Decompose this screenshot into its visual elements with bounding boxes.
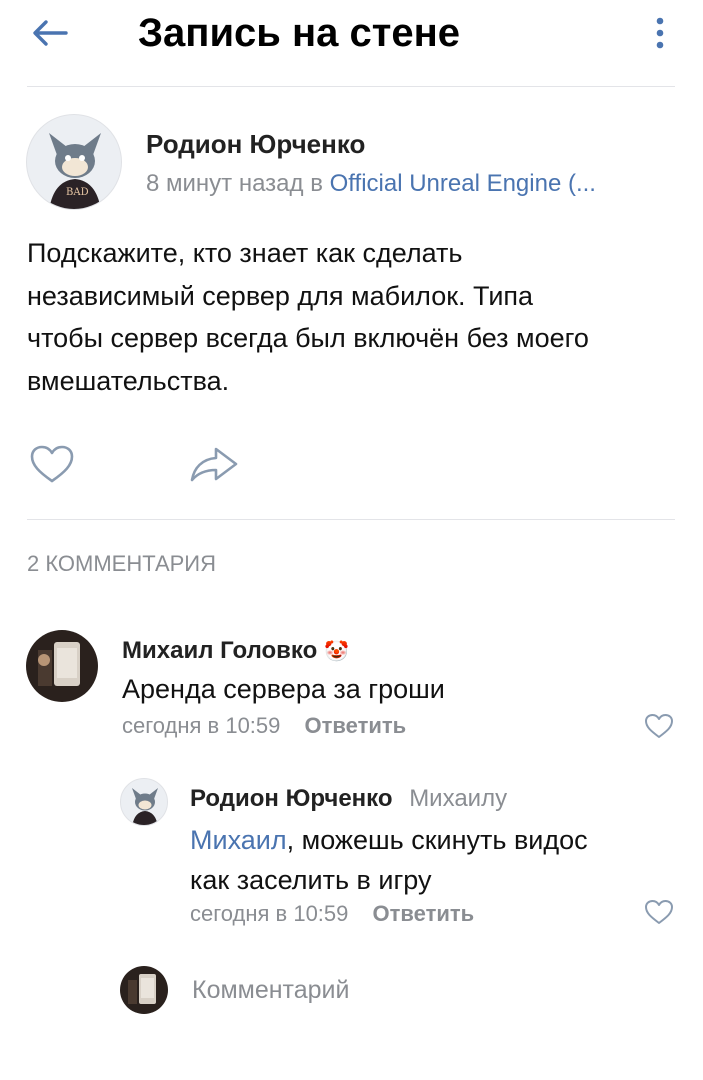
post-text: Подскажите, кто знает как сделать незави… — [27, 232, 589, 402]
post-community-link[interactable]: Official Unreal Engine (... — [330, 170, 596, 197]
comment-author-avatar[interactable] — [26, 630, 98, 702]
back-button[interactable] — [22, 8, 78, 58]
share-button[interactable] — [186, 442, 242, 486]
comment-input[interactable]: Комментарий — [192, 974, 652, 1006]
page-title: Запись на стене — [138, 11, 461, 55]
arrow-left-icon — [33, 20, 68, 46]
comment-author-name[interactable]: Родион Юрченко — [190, 785, 393, 812]
comment-author-line: Родион Юрченко Михаилу — [190, 784, 507, 814]
comment-meta: сегодня в 10:59 Ответить — [122, 712, 406, 740]
reply-button[interactable]: Ответить — [373, 901, 475, 926]
post-author-avatar[interactable]: BAD — [26, 114, 122, 210]
comment-meta: сегодня в 10:59 Ответить — [190, 900, 474, 928]
comment-text: Аренда сервера за гроши — [122, 674, 445, 704]
header-divider — [27, 86, 675, 87]
share-arrow-icon — [190, 447, 238, 482]
post-divider — [27, 519, 675, 520]
comment-like-button[interactable] — [640, 896, 678, 928]
more-menu-button[interactable] — [640, 8, 680, 58]
composer-avatar — [120, 966, 168, 1014]
comment-like-button[interactable] — [640, 710, 678, 742]
photo-avatar-icon — [38, 642, 80, 686]
reply-button[interactable]: Ответить — [305, 713, 407, 738]
clown-emoji-icon: 🤡 — [323, 641, 349, 663]
post-text-line: вмешательства. — [27, 365, 230, 396]
comment-author-avatar[interactable] — [120, 778, 168, 826]
post-in-word: в — [310, 170, 323, 197]
more-vertical-icon — [656, 17, 664, 49]
comment-time: сегодня в 10:59 — [190, 901, 349, 926]
post-time: 8 минут назад — [146, 170, 304, 197]
mention-link[interactable]: Михаил — [190, 825, 287, 855]
post-text-line: Подскажите, кто знает как сделать — [27, 238, 463, 268]
heart-icon — [645, 900, 673, 924]
heart-icon — [30, 445, 74, 483]
heart-icon — [645, 714, 673, 738]
comment-author-line: Михаил Головко 🤡 — [122, 636, 349, 667]
comments-count-header: 2 КОММЕНТАРИЯ — [27, 551, 216, 576]
comment-author-name[interactable]: Михаил Головко — [122, 637, 317, 664]
cat-avatar-icon — [132, 788, 158, 825]
like-button[interactable] — [26, 442, 78, 486]
post-text-line: чтобы сервер всегда был включён без моег… — [27, 323, 589, 353]
post-author-name[interactable]: Родион Юрченко — [146, 128, 365, 160]
comment-item: Михаил Головко 🤡 Аренда сервера за гроши… — [0, 626, 703, 746]
comment-text-rest: , можешь скинуть видос — [286, 825, 588, 855]
comment-item: Родион Юрченко Михаилу Михаил, можешь ск… — [0, 774, 703, 934]
post-meta: 8 минут назад в Official Unreal Engine (… — [146, 168, 596, 200]
comment-time: сегодня в 10:59 — [122, 713, 281, 738]
reply-to-name[interactable]: Михаилу — [409, 785, 507, 812]
photo-avatar-icon — [128, 974, 156, 1004]
comment-text: Михаил, можешь скинуть видос как заселит… — [190, 820, 588, 900]
post-text-line: независимый сервер для мабилок. Типа — [27, 280, 534, 311]
comment-text-line: как заселить в игру — [190, 865, 432, 895]
comment-text-line: Михаил, можешь скинуть видос — [190, 820, 588, 860]
